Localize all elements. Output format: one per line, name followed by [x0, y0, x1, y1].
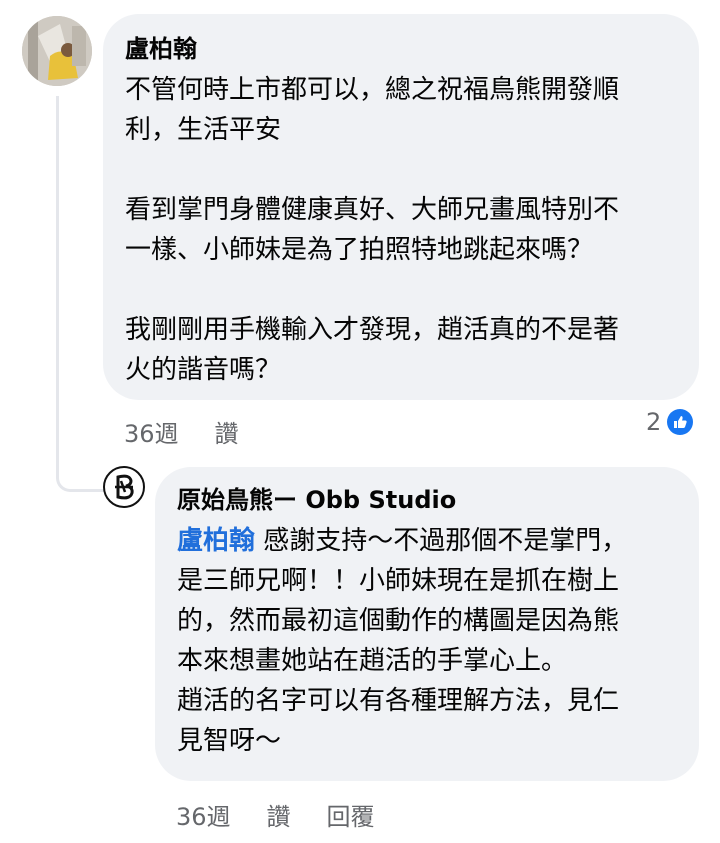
- like-button[interactable]: 讚: [267, 797, 291, 832]
- comment-actions: 36週 讚: [124, 414, 239, 449]
- comment-bubble: 盧柏翰 不管何時上市都可以，總之祝福鳥熊開發順 利，生活平安 看到掌門身體健康真…: [103, 14, 699, 400]
- reply-line: 本來想畫她站在趙活的手掌心上。: [177, 646, 568, 676]
- comment-line: 一樣、小師妹是為了拍照特地跳起來嗎？: [125, 235, 594, 265]
- thread-connector-line: [56, 96, 104, 492]
- like-button[interactable]: 讚: [215, 414, 239, 449]
- mention-link[interactable]: 盧柏翰: [177, 526, 255, 556]
- comment-line: 我剛剛用手機輸入才發現，趙活真的不是著: [125, 315, 620, 345]
- reply-bubble: 原始鳥熊ー Obb Studio 盧柏翰 感謝支持～不過那個不是掌門， 是三師兄…: [155, 467, 699, 781]
- comment-author[interactable]: 盧柏翰: [125, 34, 675, 64]
- reply-line: 是三師兄啊！！小師妹現在是抓在樹上: [177, 566, 620, 596]
- comment-line: 利，生活平安: [125, 115, 282, 145]
- reply-text: 盧柏翰 感謝支持～不過那個不是掌門， 是三師兄啊！！小師妹現在是抓在樹上 的，然…: [177, 521, 677, 761]
- comment-paragraph-1: 不管何時上市都可以，總之祝福鳥熊開發順 利，生活平安: [125, 70, 675, 150]
- profile-photo-icon: [22, 16, 92, 86]
- reply-actions: 36週 讚 回覆: [176, 797, 375, 832]
- reply-button[interactable]: 回覆: [327, 797, 375, 832]
- reply-author[interactable]: 原始鳥熊ー Obb Studio: [177, 485, 677, 515]
- obb-logo-icon: [115, 474, 134, 500]
- comment-timestamp[interactable]: 36週: [124, 414, 179, 449]
- comment-paragraph-3: 我剛剛用手機輸入才發現，趙活真的不是著 火的諧音嗎？: [125, 310, 675, 390]
- reaction-summary[interactable]: 2: [646, 408, 694, 436]
- reply-timestamp[interactable]: 36週: [176, 797, 231, 832]
- comment-line: 不管何時上市都可以，總之祝福鳥熊開發順: [125, 75, 620, 105]
- reply-line: 趙活的名字可以有各種理解方法，見仁: [177, 686, 620, 716]
- thumbs-up-icon: [667, 409, 694, 435]
- reaction-count: 2: [646, 408, 662, 436]
- comment-line: 火的諧音嗎？: [125, 355, 282, 385]
- page-logo-avatar[interactable]: [103, 466, 145, 508]
- comment-paragraph-2: 看到掌門身體健康真好、大師兄畫風特別不 一樣、小師妹是為了拍照特地跳起來嗎？: [125, 190, 675, 270]
- reply-line: 的，然而最初這個動作的構圖是因為熊: [177, 606, 620, 636]
- avatar[interactable]: [22, 16, 92, 86]
- reply-line: 見智呀～: [177, 726, 282, 756]
- reply-line: 感謝支持～不過那個不是掌門，: [255, 526, 628, 556]
- comment-line: 看到掌門身體健康真好、大師兄畫風特別不: [125, 195, 620, 225]
